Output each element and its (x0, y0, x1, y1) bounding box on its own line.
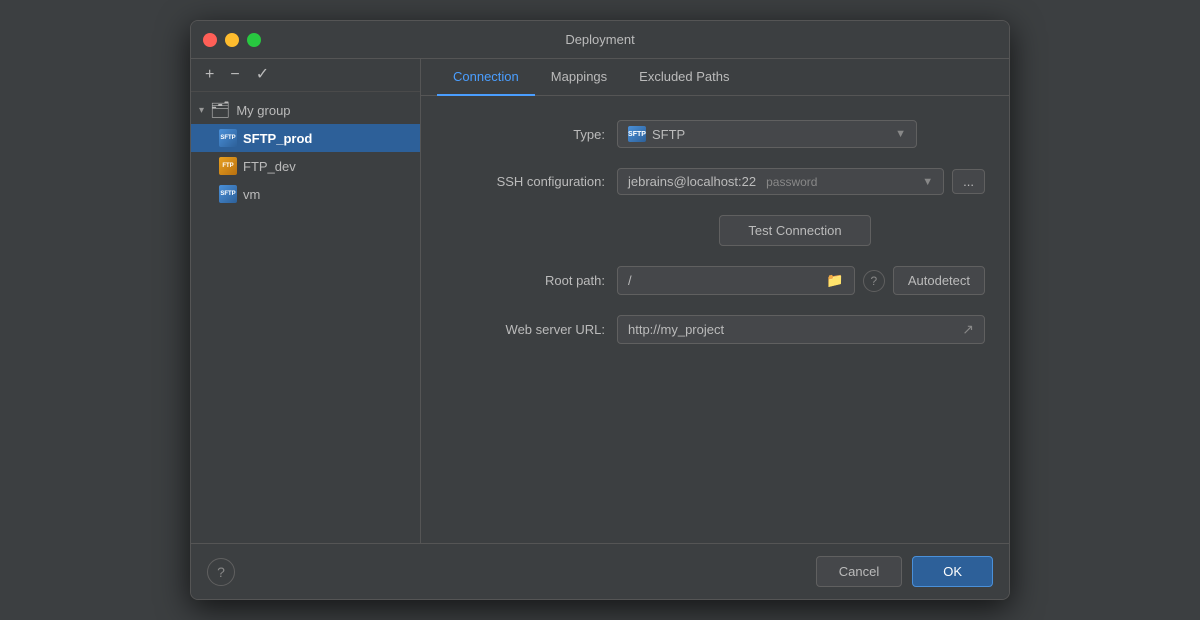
sidebar: + − ✓ ▾ 🗂 My group SFTP SFTP_prod (191, 59, 421, 543)
group-label: My group (236, 103, 290, 118)
ssh-ellipsis-button[interactable]: ... (952, 169, 985, 194)
ssh-label: SSH configuration: (445, 174, 605, 189)
root-path-value: / (628, 273, 820, 288)
vm-sftp-icon: SFTP (219, 185, 237, 203)
type-label: Type: (445, 127, 605, 142)
web-url-input[interactable]: http://my_project ↗ (617, 315, 985, 344)
sftp-type-icon: SFTP (628, 126, 646, 142)
tab-bar: Connection Mappings Excluded Paths (421, 59, 1009, 96)
test-connection-button[interactable]: Test Connection (719, 215, 870, 246)
sidebar-item-ftp-dev[interactable]: FTP FTP_dev (191, 152, 420, 180)
root-path-input[interactable]: / 📁 (617, 266, 855, 295)
close-button[interactable] (203, 33, 217, 47)
title-bar: Deployment (191, 21, 1009, 59)
tab-mappings[interactable]: Mappings (535, 59, 623, 96)
type-select[interactable]: SFTP SFTP ▼ (617, 120, 917, 148)
sftp-prod-label: SFTP_prod (243, 131, 312, 146)
sidebar-item-sftp-prod[interactable]: SFTP SFTP_prod (191, 124, 420, 152)
type-value: SFTP (652, 127, 685, 142)
ftp-dev-label: FTP_dev (243, 159, 296, 174)
root-path-help-icon[interactable]: ? (863, 270, 885, 292)
root-path-control: / 📁 ? Autodetect (617, 266, 985, 295)
sidebar-item-vm[interactable]: SFTP vm (191, 180, 420, 208)
dialog-footer: ? Cancel OK (191, 543, 1009, 599)
check-button[interactable]: ✓ (252, 65, 273, 85)
tab-excluded-paths[interactable]: Excluded Paths (623, 59, 745, 96)
minimize-button[interactable] (225, 33, 239, 47)
type-row: Type: SFTP SFTP ▼ (445, 120, 985, 148)
web-url-label: Web server URL: (445, 322, 605, 337)
ssh-config-value: jebrains@localhost:22 (628, 174, 756, 189)
sidebar-toolbar: + − ✓ (191, 59, 420, 92)
web-url-icon: ↗ (962, 321, 974, 338)
footer-help-button[interactable]: ? (207, 558, 235, 586)
traffic-lights (203, 33, 261, 47)
ssh-auth-type: password (766, 175, 817, 189)
ssh-dropdown-arrow: ▼ (922, 176, 933, 188)
type-dropdown-arrow: ▼ (895, 128, 906, 140)
tab-connection[interactable]: Connection (437, 59, 535, 96)
web-url-control: http://my_project ↗ (617, 315, 985, 344)
ok-button[interactable]: OK (912, 556, 993, 587)
dialog-title: Deployment (565, 32, 634, 47)
remove-server-button[interactable]: − (226, 65, 243, 85)
type-control: SFTP SFTP ▼ (617, 120, 985, 148)
footer-buttons: Cancel OK (816, 556, 993, 587)
ftp-icon: FTP (219, 157, 237, 175)
sftp-icon: SFTP (219, 129, 237, 147)
chevron-icon: ▾ (199, 105, 204, 116)
test-connection-area: Test Connection (445, 215, 985, 246)
tree-group-my-group[interactable]: ▾ 🗂 My group (191, 96, 420, 124)
ssh-config-row: SSH configuration: jebrains@localhost:22… (445, 168, 985, 195)
deployment-dialog: Deployment + − ✓ ▾ 🗂 My group SFT (190, 20, 1010, 600)
ssh-config-select[interactable]: jebrains@localhost:22 password ▼ (617, 168, 944, 195)
cancel-button[interactable]: Cancel (816, 556, 902, 587)
maximize-button[interactable] (247, 33, 261, 47)
vm-label: vm (243, 187, 260, 202)
dialog-body: + − ✓ ▾ 🗂 My group SFTP SFTP_prod (191, 59, 1009, 543)
main-content: Connection Mappings Excluded Paths Type:… (421, 59, 1009, 543)
ssh-control: jebrains@localhost:22 password ▼ ... (617, 168, 985, 195)
sidebar-tree: ▾ 🗂 My group SFTP SFTP_prod FTP FTP (191, 92, 420, 543)
folder-icon: 📁 (826, 272, 843, 289)
web-url-value: http://my_project (628, 322, 962, 337)
web-url-row: Web server URL: http://my_project ↗ (445, 315, 985, 344)
autodetect-button[interactable]: Autodetect (893, 266, 985, 295)
group-icon: 🗂 (210, 100, 230, 120)
add-server-button[interactable]: + (201, 65, 218, 85)
root-path-label: Root path: (445, 273, 605, 288)
root-path-row: Root path: / 📁 ? Autodetect (445, 266, 985, 295)
connection-tab-content: Type: SFTP SFTP ▼ SSH configuration: (421, 96, 1009, 543)
